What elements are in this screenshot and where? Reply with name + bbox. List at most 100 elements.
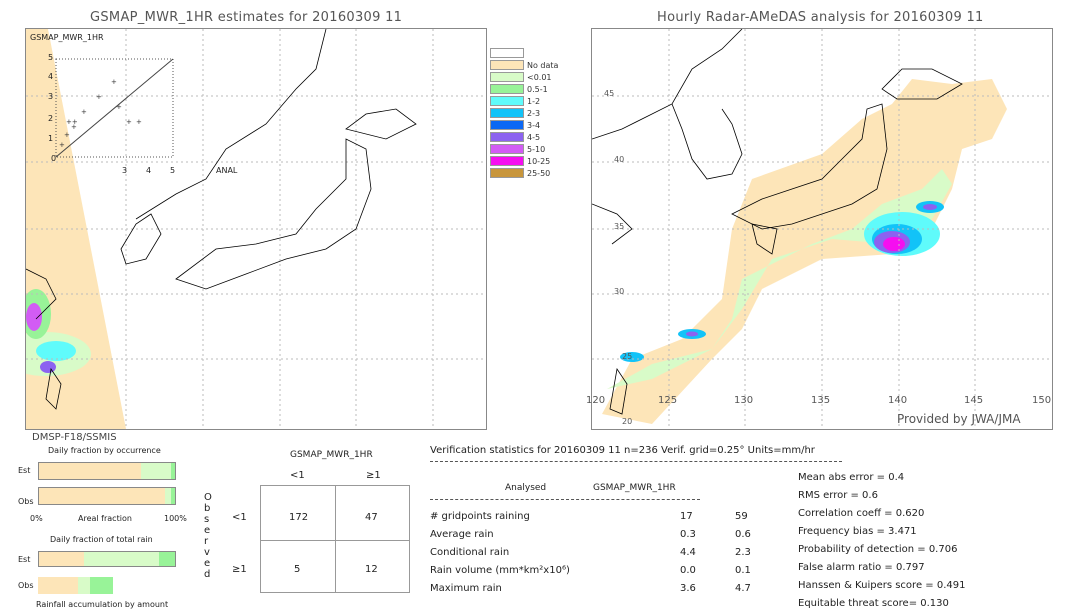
score-line: Mean abs error = 0.4 <box>798 472 905 483</box>
stat-est: 0.1 <box>735 565 751 576</box>
observed-letter: d <box>204 569 211 580</box>
legend-swatch <box>490 144 524 154</box>
bar-segment <box>78 577 91 594</box>
est-label: Est <box>18 466 31 475</box>
observed-letter: v <box>204 547 210 558</box>
bar-segment <box>90 577 113 594</box>
rain-area <box>686 331 698 337</box>
stat-analysed: 0.0 <box>680 565 696 576</box>
svg-text:+: + <box>126 118 132 126</box>
stat-analysed: 3.6 <box>680 583 696 594</box>
inset-tick: 3 <box>122 166 128 175</box>
bar-segment <box>170 488 175 504</box>
observed-letter: b <box>204 503 211 514</box>
lon-tick: 135 <box>811 395 831 406</box>
stat-est: 59 <box>735 511 748 522</box>
score-line: False alarm ratio = 0.797 <box>798 562 925 573</box>
contingency-table: 172 47 5 12 <box>260 485 410 593</box>
rain-area <box>923 204 937 210</box>
legend-swatch <box>490 156 524 166</box>
legend-label: <0.01 <box>527 73 552 82</box>
inset-tick: 5 <box>170 166 176 175</box>
occurrence-est-bar <box>38 462 176 480</box>
lat-tick: 30 <box>614 287 625 296</box>
inset-tick: 0 <box>51 154 57 163</box>
col-est: GSMAP_MWR_1HR <box>593 483 676 493</box>
axis-left: 0% <box>30 514 43 523</box>
svg-text:+: + <box>116 103 122 111</box>
axis-right: 100% <box>164 514 187 523</box>
stat-analysed: 4.4 <box>680 547 696 558</box>
stat-est: 4.7 <box>735 583 751 594</box>
rain-area <box>26 303 42 331</box>
score-line: Correlation coeff = 0.620 <box>798 508 925 519</box>
right-map: 45 40 35 30 25 20 120 125 130 135 140 14… <box>586 28 1053 430</box>
cell-hits-neg: 172 <box>289 512 309 523</box>
svg-text:+: + <box>81 108 87 116</box>
row-header: ≥1 <box>232 564 247 575</box>
divider <box>430 461 842 462</box>
stat-label: Conditional rain <box>430 547 510 558</box>
legend-swatch <box>490 48 524 58</box>
legend-swatch <box>490 84 524 94</box>
lat-tick: 35 <box>614 222 625 231</box>
score-line: Probability of detection = 0.706 <box>798 544 958 555</box>
svg-text:+: + <box>136 118 142 126</box>
sensor-label: DMSP-F18/SSMIS <box>32 432 117 443</box>
stat-label: Average rain <box>430 529 494 540</box>
observed-letter: e <box>204 525 211 536</box>
rain-obs-bar <box>38 577 176 594</box>
svg-text:++: ++ <box>66 118 78 126</box>
bar-segment <box>83 552 159 566</box>
rain-title: Daily fraction of total rain <box>50 535 153 544</box>
obs-label: Obs <box>18 497 34 506</box>
credit: Provided by JWA/JMA <box>897 412 1021 426</box>
est-label: Est <box>18 555 31 564</box>
rain-est-bar <box>38 551 176 567</box>
col-analysed: Analysed <box>505 483 547 493</box>
legend-label: 10-25 <box>527 157 551 166</box>
occurrence-title: Daily fraction by occurrence <box>48 446 161 455</box>
score-line: Hanssen & Kuipers score = 0.491 <box>798 580 966 591</box>
rain-area <box>40 361 56 373</box>
score-line: Frequency bias = 3.471 <box>798 526 917 537</box>
inset-tick: 1 <box>48 134 54 143</box>
observed-label: Observed <box>204 492 212 580</box>
lon-tick: 150 <box>1032 395 1052 406</box>
legend-label: 4-5 <box>527 133 541 142</box>
row-header: <1 <box>232 512 247 523</box>
right-map-canvas <box>591 28 1052 429</box>
bar-segment <box>158 552 175 566</box>
inset-label: GSMAP_MWR_1HR <box>30 33 104 42</box>
observed-letter: e <box>204 558 211 569</box>
inset-diagonal <box>55 58 174 158</box>
bar-segment <box>39 488 166 504</box>
observed-letter: s <box>204 514 210 525</box>
divider <box>430 499 700 500</box>
lon-tick: 140 <box>888 395 908 406</box>
inset-tick: 3 <box>48 92 54 101</box>
legend-swatch <box>490 60 524 70</box>
rain-area <box>36 341 76 361</box>
legend-swatch <box>490 132 524 142</box>
legend-swatch <box>490 96 524 106</box>
stat-label: # gridpoints raining <box>430 511 530 522</box>
lat-tick: 20 <box>622 417 633 426</box>
legend-swatch <box>490 108 524 118</box>
stat-est: 2.3 <box>735 547 751 558</box>
score-line: RMS error = 0.6 <box>798 490 878 501</box>
left-map-title: GSMAP_MWR_1HR estimates for 20160309 11 <box>90 10 403 25</box>
inset-tick: 4 <box>48 72 54 81</box>
legend-label: 25-50 <box>527 169 551 178</box>
lon-tick: 125 <box>658 395 678 406</box>
inset-points: +++++++++++ <box>59 78 142 149</box>
inset-tick: 5 <box>48 53 54 62</box>
legend-label: 0.5-1 <box>527 85 548 94</box>
score-line: Equitable threat score= 0.130 <box>798 598 949 609</box>
bar-segment <box>141 463 171 479</box>
inset-xlabel: ANAL <box>216 166 238 175</box>
bar-segment <box>170 463 175 479</box>
lat-tick: 25 <box>622 352 633 361</box>
svg-text:+: + <box>96 93 102 101</box>
legend-swatch <box>490 120 524 130</box>
